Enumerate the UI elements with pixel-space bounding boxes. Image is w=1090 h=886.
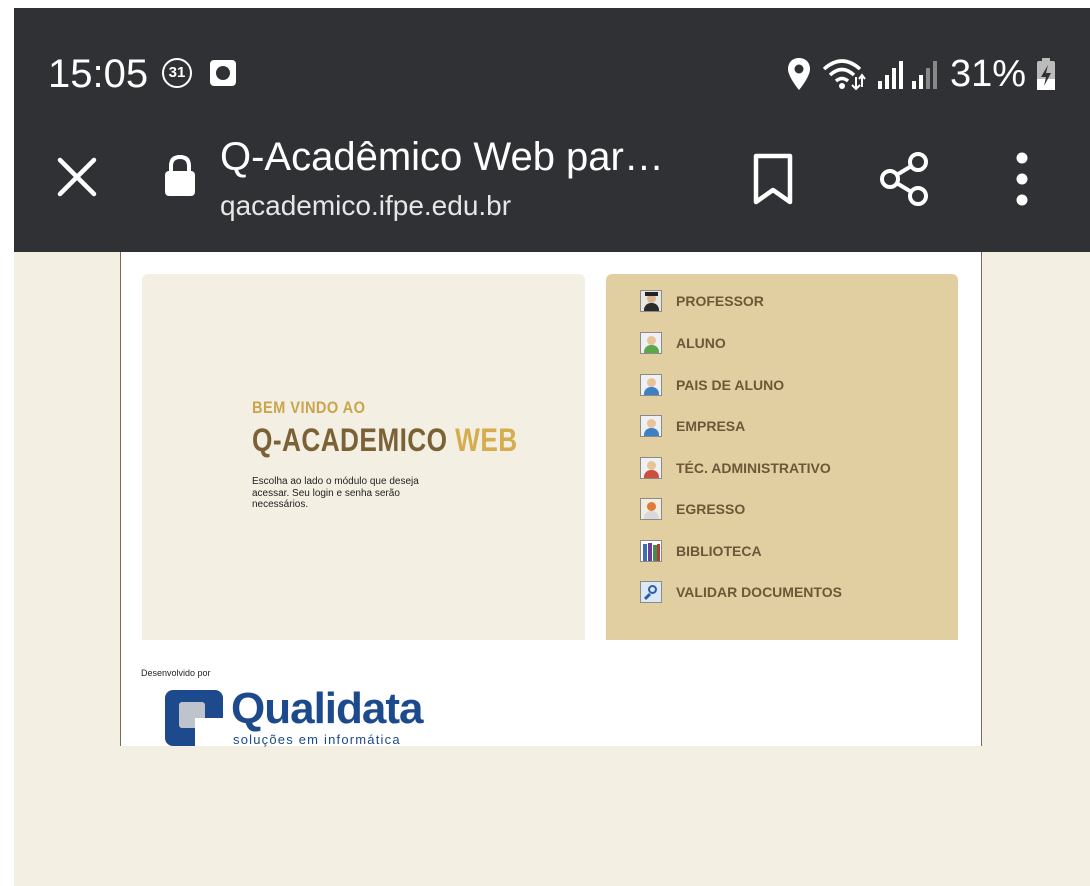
admin-icon — [640, 457, 662, 479]
student-icon — [640, 332, 662, 354]
status-time: 15:05 — [48, 52, 149, 96]
company-icon — [640, 415, 662, 437]
module-label: BIBLIOTECA — [676, 543, 762, 559]
module-tec-administrativo[interactable]: TÉC. ADMINISTRATIVO — [640, 455, 831, 481]
module-aluno[interactable]: ALUNO — [640, 330, 726, 356]
bookmark-icon[interactable] — [750, 152, 796, 206]
status-right-group: 31% — [786, 52, 1056, 96]
validate-documents-icon — [640, 581, 662, 603]
parents-icon — [640, 374, 662, 396]
logo-text: Qualidata — [231, 684, 423, 733]
calendar-badge-icon: 31 — [162, 58, 192, 88]
professor-icon — [640, 290, 662, 312]
battery-charging-icon — [1037, 58, 1056, 90]
module-biblioteca[interactable]: BIBLIOTECA — [640, 538, 762, 564]
web-page: BEM VINDO AO Q-ACADEMICO WEB Escolha ao … — [120, 252, 982, 747]
browser-toolbar: Q-Acadêmico Web par… qacademico.ifpe.edu… — [14, 104, 1090, 252]
app-notification-icon — [210, 60, 236, 86]
qualidata-logo-mark-icon — [165, 690, 223, 746]
module-pais-de-aluno[interactable]: PAIS DE ALUNO — [640, 372, 784, 398]
module-label: PAIS DE ALUNO — [676, 377, 785, 393]
library-icon — [640, 540, 662, 562]
module-label: TÉC. ADMINISTRATIVO — [676, 460, 831, 476]
module-menu: PROFESSOR ALUNO PAIS DE ALUNO EMPRESA TÉ… — [606, 274, 958, 640]
battery-percentage: 31% — [950, 53, 1027, 95]
module-label: VALIDAR DOCUMENTOS — [676, 584, 842, 600]
page-url[interactable]: qacademico.ifpe.edu.br — [220, 188, 511, 224]
welcome-subtitle: BEM VINDO AO — [252, 398, 366, 417]
module-validar-documentos[interactable]: VALIDAR DOCUMENTOS — [640, 579, 842, 605]
welcome-title: Q-ACADEMICO WEB — [252, 422, 518, 459]
graduate-icon — [640, 498, 662, 520]
module-label: EMPRESA — [676, 418, 746, 434]
share-icon[interactable] — [876, 150, 932, 208]
module-label: ALUNO — [676, 335, 726, 351]
module-label: EGRESSO — [676, 501, 746, 517]
phone-screen: 15:05 31 31% Q-Acadêmico Web par… qacade… — [14, 8, 1090, 886]
signal-icon — [878, 61, 937, 89]
location-icon — [788, 58, 810, 90]
qualidata-logo[interactable]: Qualidata soluções em informática — [165, 684, 455, 747]
more-icon[interactable] — [1010, 150, 1034, 208]
module-label: PROFESSOR — [676, 293, 764, 309]
module-empresa[interactable]: EMPRESA — [640, 413, 745, 439]
welcome-title-part2: WEB — [455, 422, 518, 458]
module-professor[interactable]: PROFESSOR — [640, 288, 764, 314]
welcome-description: Escolha ao lado o módulo que deseja aces… — [252, 476, 419, 510]
page-title[interactable]: Q-Acadêmico Web par… — [220, 132, 664, 182]
welcome-panel: BEM VINDO AO Q-ACADEMICO WEB Escolha ao … — [142, 274, 585, 640]
developed-by-label: Desenvolvido por — [141, 668, 211, 678]
close-icon[interactable] — [52, 152, 102, 202]
lock-icon — [165, 154, 195, 196]
logo-subtitle: soluções em informática — [233, 732, 401, 747]
module-egresso[interactable]: EGRESSO — [640, 496, 745, 522]
wifi-icon — [822, 59, 866, 91]
welcome-title-part1: Q-ACADEMICO — [252, 422, 448, 458]
